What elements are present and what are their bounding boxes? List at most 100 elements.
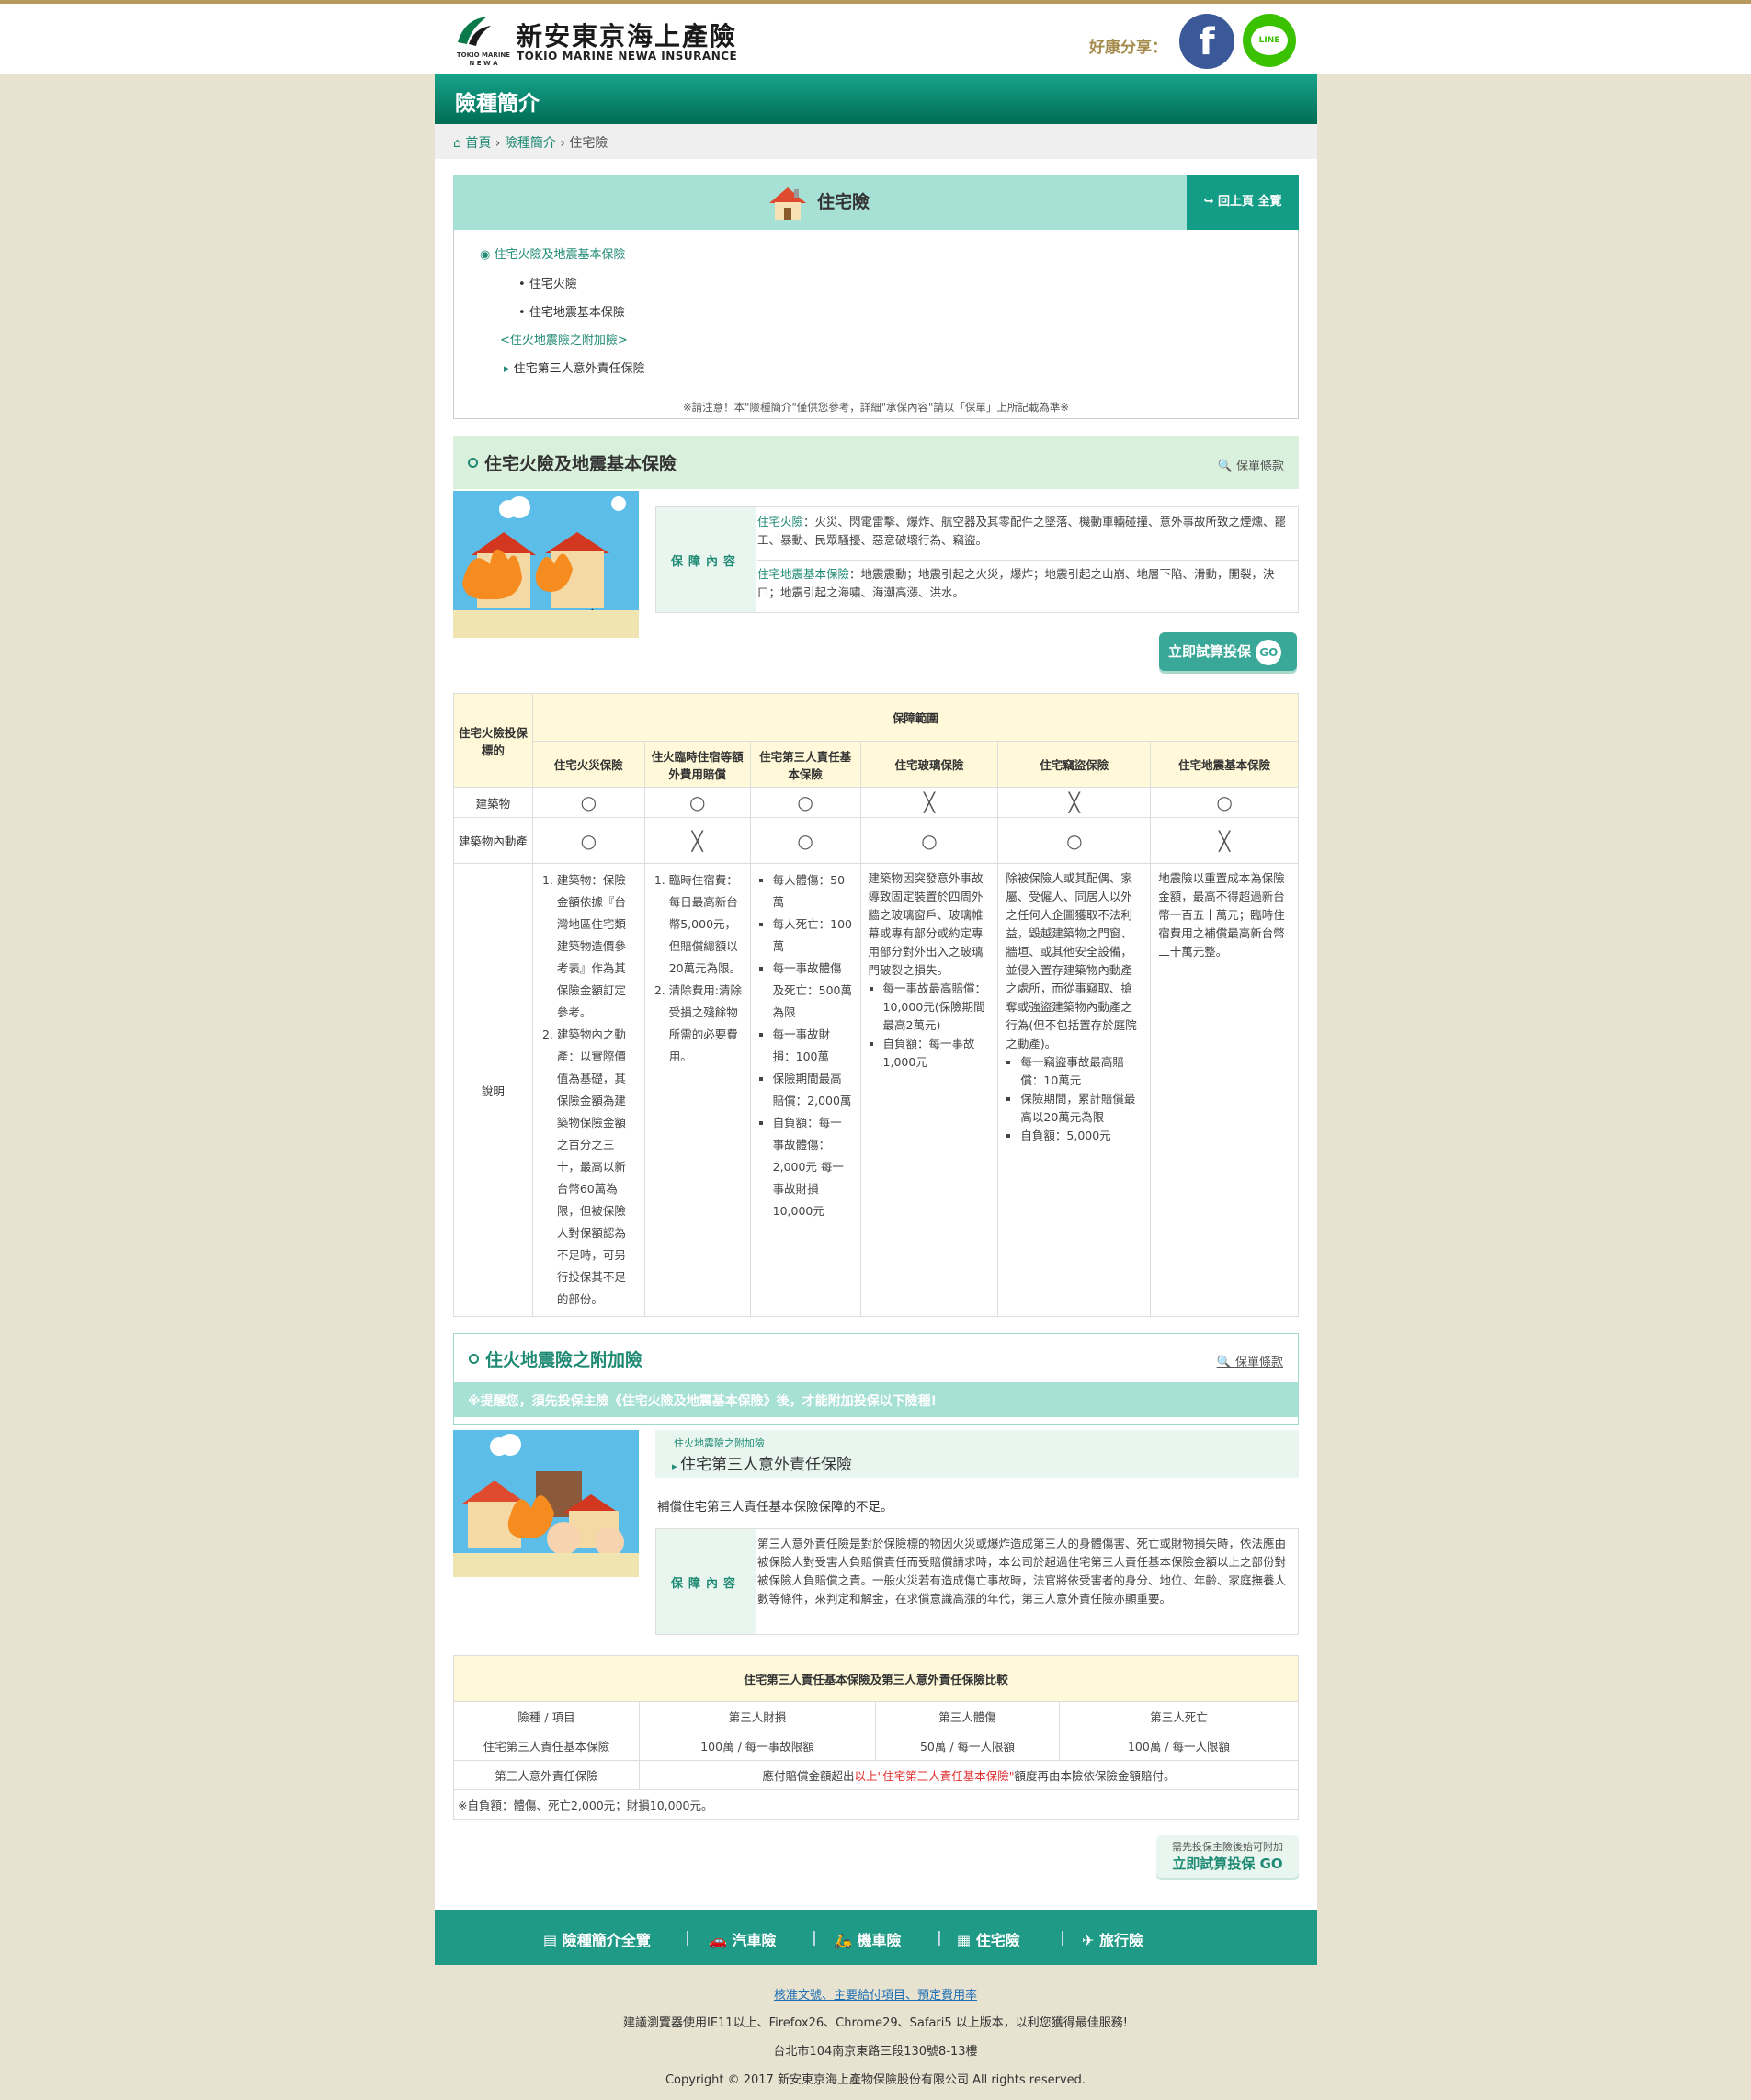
mark-cell: ○ [749,787,861,818]
share-label: 好康分享： [1089,39,1167,57]
row-contents-label: 建築物內動產 [453,817,533,864]
mark-cell: ○ [643,787,751,818]
cmp-cell-merged: 應付賠償金額超出以上"住宅第三人責任基本保險"額度再由本險依保險金額賠付。 [639,1760,1299,1790]
coverage-box-main: 保障內容 住宅火險：火災、閃電雷擊、爆炸、航空器及其零配件之墜落、機動車輛碰撞、… [655,506,1299,613]
home-icon[interactable]: ⌂ [453,136,465,151]
cmp-cell: 50萬 / 每一人限額 [875,1731,1060,1761]
hero-banner: 住宅險 ↪ 回上頁 全覽 [453,175,1299,230]
menu-rider-heading: <住火地震險之附加險> [500,334,628,347]
circle-bullet-icon: ◉ [480,248,495,262]
facebook-icon[interactable]: f [1179,14,1234,69]
breadcrumb-products[interactable]: 險種簡介 [505,136,556,151]
section-bullet-icon [469,1354,479,1364]
mark-cell: ╳ [997,787,1152,818]
coverage-quake: 住宅地震基本保險：地震震動；地震引起之火災，爆炸；地震引起之山崩、地層下陷、滑動… [757,567,1275,599]
table-span-header: 保障範圍 [531,693,1300,742]
rider-product-name: ▸ 住宅第三人意外責任保險 [672,1456,853,1474]
desc-lodging: 臨時住宿費：每日最高新台幣5,000元，但賠償總額以20萬元為限。清除費用:清除… [643,863,751,1317]
house-icon [768,187,806,220]
comparison-table: 住宅第三人責任基本保險及第三人意外責任保險比較 險種 / 項目 第三人財損 第三… [453,1655,1299,1820]
main-content: 險種簡介 ⌂ 首頁 › 險種簡介 › 住宅險 住宅險 ↪ 回上頁 全覽 ◉ 住宅… [435,74,1317,1965]
back-button[interactable]: ↪ 回上頁 全覽 [1187,175,1299,230]
logo-small-text: TOKIO MARINE N E W A [456,51,511,67]
logo-mark-icon [458,17,491,46]
footer-nav-overview[interactable]: ▤ 險種簡介全覽 [543,1928,651,1950]
footer-nav-travel[interactable]: ✈ 旅行險 [1082,1928,1143,1950]
desc-theft: 除被保險人或其配偶、家屬、受僱人、同居人以外之任何人企圖獲取不法利益，毀越建築物… [997,863,1152,1317]
menu-main-link[interactable]: ◉ 住宅火險及地震基本保險 [480,244,626,262]
line-label: LINE [1251,26,1288,55]
mark-cell: ○ [1150,787,1299,818]
cmp-cell: 100萬 / 每一人限額 [1059,1731,1299,1761]
menu-sub-fire[interactable]: • 住宅火險 [518,274,577,291]
cmp-cell: 第三人意外責任保險 [453,1760,640,1790]
fire-house-illustration [453,491,639,638]
footer-browser-note: 建議瀏覽器使用IE11以上、Firefox26、Chrome29、Safari5… [622,2016,1129,2030]
row-building-label: 建築物 [453,787,533,818]
breadcrumb: ⌂ 首頁 › 險種簡介 › 住宅險 [435,124,1317,159]
row-desc-label: 說明 [453,863,533,1317]
cmp-cell: 住宅第三人責任基本保險 [453,1731,640,1761]
rider-notice: ※提醒您，須先投保主險《住宅火險及地震基本保險》後，才能附加投保以下險種! [453,1382,1299,1417]
company-name-zh: 新安東京海上產險 [517,21,738,51]
coverage-fire: 住宅火險：火災、閃電雷擊、爆炸、航空器及其零配件之墜落、機動車輛碰撞、意外事故所… [757,515,1287,547]
magnifier-icon: 🔍 [1216,1356,1235,1369]
section-title: 住火地震險之附加險 [485,1350,643,1370]
coverage-label: 保障內容 [656,507,756,612]
scooter-icon: 🛵 [834,1932,858,1949]
footer-nav-home[interactable]: ▦ 住宅險 [957,1928,1020,1950]
coverage-box-rider: 保障內容 第三人意外責任險是對於保險標的物因火災或爆炸造成第三人的身體傷害、死亡… [655,1528,1299,1635]
car-icon: 🚗 [709,1932,733,1949]
section-fire-quake-header: 住宅火險及地震基本保險 🔍 保單條款 [453,436,1299,489]
rider-product-header: 住火地震險之附加險 ▸ 住宅第三人意外責任保險 [655,1430,1299,1478]
col-theft: 住宅竊盜保險 [997,741,1152,788]
company-name-en: TOKIO MARINE NEWA INSURANCE [517,50,738,62]
desc-liability: 每人體傷：50萬每人死亡：100萬每一事故體傷及死亡：500萬為限每一事故財損：… [749,863,861,1317]
policy-terms-link[interactable]: 🔍 保單條款 [1217,1352,1283,1369]
col-lodging: 住火臨時住宿等額外費用賠償 [643,741,751,788]
cmp-header: 第三人財損 [639,1701,876,1731]
coverage-label: 保障內容 [656,1529,756,1634]
coverage-table: 住宅火險投保標的 保障範圍 住宅火災保險 住火臨時住宿等額外費用賠償 住宅第三人… [453,693,1300,1317]
page-title: 險種簡介 [435,74,1317,124]
document-icon: ▤ [543,1932,563,1949]
menu-rider-link[interactable]: ▸ 住宅第三人意外責任保險 [504,358,645,376]
cmp-header: 險種 / 項目 [453,1701,640,1731]
col-glass: 住宅玻璃保險 [859,741,999,788]
mark-cell: ○ [531,787,645,818]
rider-illustration [453,1430,639,1577]
magnifier-icon: 🔍 [1217,460,1236,473]
desc-quake: 地震險以重置成本為保險金額，最高不得超過新台幣一百五十萬元；臨時住宿費用之補償最… [1150,863,1299,1317]
cmp-header: 第三人體傷 [875,1701,1060,1731]
breadcrumb-home[interactable]: 首頁 [465,136,491,151]
quote-now-button[interactable]: 立即試算投保 GO [1159,632,1297,671]
footer-copyright: Copyright © 2017 新安東京海上產物保險股份有限公司 All ri… [665,2073,1086,2087]
hero-title: 住宅險 [453,175,1184,230]
plane-icon: ✈ [1082,1932,1099,1949]
cmp-cell: 100萬 / 每一事故限額 [639,1731,876,1761]
footer-links[interactable]: 核准文號、主要給付項目、預定費用率 [0,1985,1751,2003]
mark-cell: ○ [749,817,861,864]
cmp-header: 第三人死亡 [1059,1701,1299,1731]
top-header: TOKIO MARINE N E W A 新安東京海上產險 TOKIO MARI… [0,0,1751,74]
mark-cell: ╳ [643,817,751,864]
footer-nav: ▤ 險種簡介全覽 | 🚗 汽車險 | 🛵 機車險 | ▦ 住宅險 | ✈ 旅行險 [435,1910,1317,1965]
policy-terms-link[interactable]: 🔍 保單條款 [1218,456,1284,473]
footer-nav-car[interactable]: 🚗 汽車險 [709,1928,777,1950]
col-liability: 住宅第三人責任基本保險 [749,741,861,788]
section-title: 住宅火險及地震基本保險 [484,454,677,474]
comparison-title: 住宅第三人責任基本保險及第三人意外責任保險比較 [453,1655,1299,1702]
rider-quote-button[interactable]: 需先投保主險後始可附加 立即試算投保 GO [1156,1835,1299,1878]
footer-nav-motorcycle[interactable]: 🛵 機車險 [834,1928,902,1950]
desc-glass: 建築物因突發意外事故導致固定裝置於四周外牆之玻璃窗戶、玻璃帷幕或專有部分或約定專… [859,863,999,1317]
table-corner: 住宅火險投保標的 [453,693,533,788]
disclaimer-note: ※請注意！本"險種簡介"僅供您參考，詳細"承保內容"請以「保單」上所記載為準※ [683,401,1069,414]
mark-cell: ╳ [1150,817,1299,864]
col-fire: 住宅火災保險 [531,741,645,788]
menu-sub-quake[interactable]: • 住宅地震基本保險 [518,302,625,320]
line-icon[interactable]: LINE [1243,14,1296,67]
rider-summary: 補償住宅第三人責任基本保險保障的不足。 [657,1500,893,1515]
mark-cell: ○ [531,817,645,864]
back-arrow-icon: ↪ [1203,195,1218,209]
company-logo[interactable]: TOKIO MARINE N E W A 新安東京海上產險 TOKIO MARI… [454,11,739,70]
